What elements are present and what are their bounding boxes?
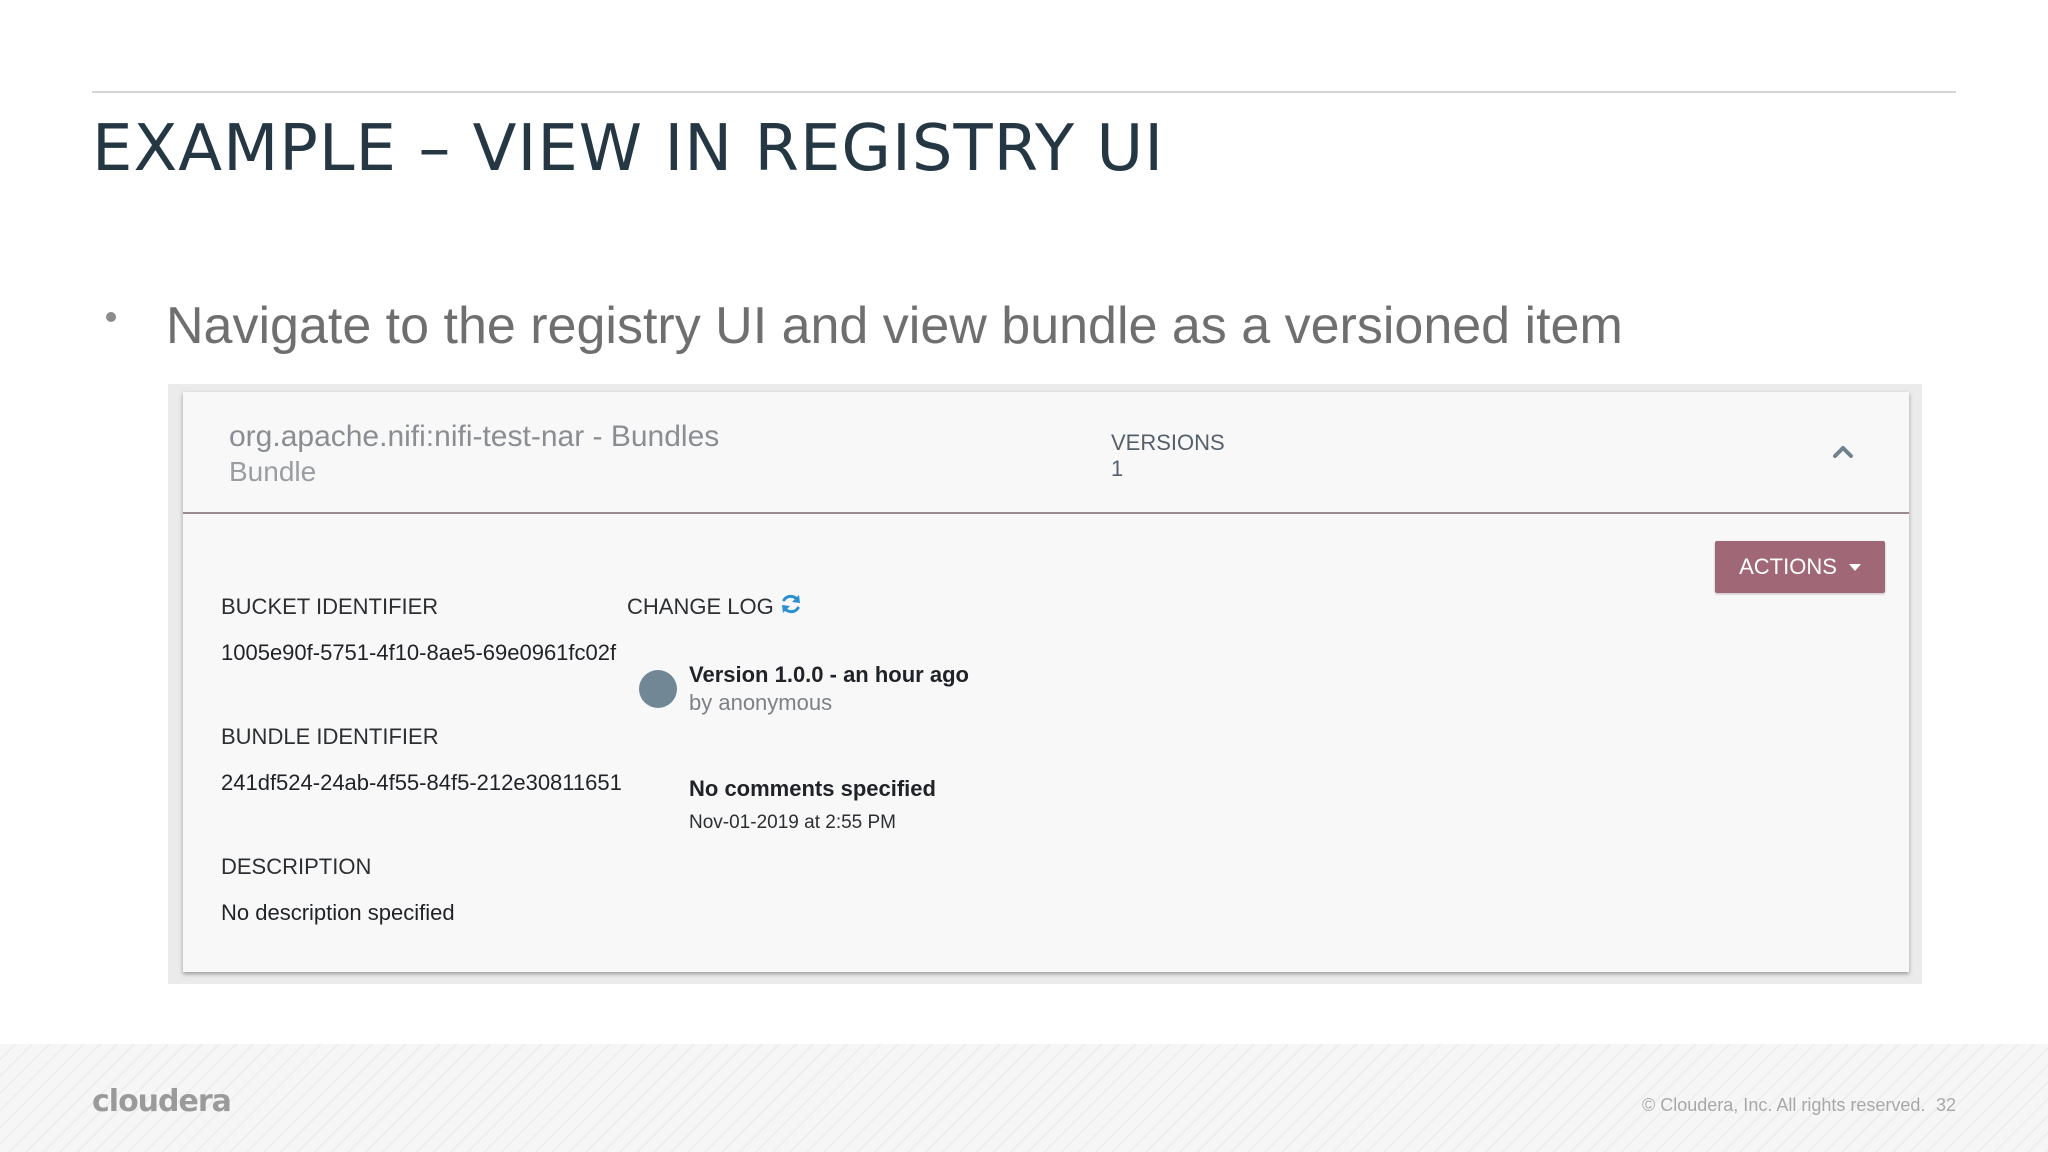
slide-title: EXAMPLE – VIEW IN REGISTRY UI (92, 112, 1165, 186)
change-log-label: CHANGE LOG (627, 594, 774, 619)
page-number: 32 (1936, 1095, 1957, 1115)
actions-button[interactable]: ACTIONS (1715, 541, 1885, 593)
item-name: org.apache.nifi:nifi-test-nar - Bundles (229, 420, 720, 453)
bundle-card-header[interactable]: org.apache.nifi:nifi-test-nar - Bundles … (183, 392, 1909, 514)
description-value: No description specified (221, 900, 455, 925)
bullet-dot-icon (106, 312, 116, 322)
caret-down-icon (1848, 563, 1861, 571)
footer-copyright: © Cloudera, Inc. All rights reserved. (1642, 1095, 1926, 1115)
changelog-comments: No comments specified (689, 776, 936, 801)
changelog-version-author: by anonymous (689, 690, 833, 715)
chevron-up-icon[interactable] (1825, 434, 1861, 470)
versions-label: VERSIONS (1111, 430, 1225, 455)
bucket-identifier-label: BUCKET IDENTIFIER (221, 594, 439, 619)
bucket-identifier-value: 1005e90f-5751-4f10-8ae5-69e0961fc02f (221, 640, 617, 665)
versions-count: 1 (1111, 456, 1124, 481)
top-divider (92, 91, 1956, 93)
item-type: Bundle (229, 456, 317, 487)
timeline-dot (639, 670, 677, 708)
cloudera-logo: cloudera (92, 1084, 232, 1119)
changelog-version-title: Version 1.0.0 - an hour ago (689, 662, 969, 687)
description-label: DESCRIPTION (221, 854, 372, 879)
refresh-icon[interactable] (779, 592, 803, 616)
bullet-text: Navigate to the registry UI and view bun… (166, 297, 1623, 355)
bundle-identifier-value: 241df524-24ab-4f55-84f5-212e30811651 (221, 770, 622, 795)
actions-label: ACTIONS (1739, 554, 1837, 579)
bundle-identifier-label: BUNDLE IDENTIFIER (221, 724, 439, 749)
bundle-card: org.apache.nifi:nifi-test-nar - Bundles … (183, 392, 1909, 972)
changelog-timestamp: Nov-01-2019 at 2:55 PM (689, 812, 897, 833)
